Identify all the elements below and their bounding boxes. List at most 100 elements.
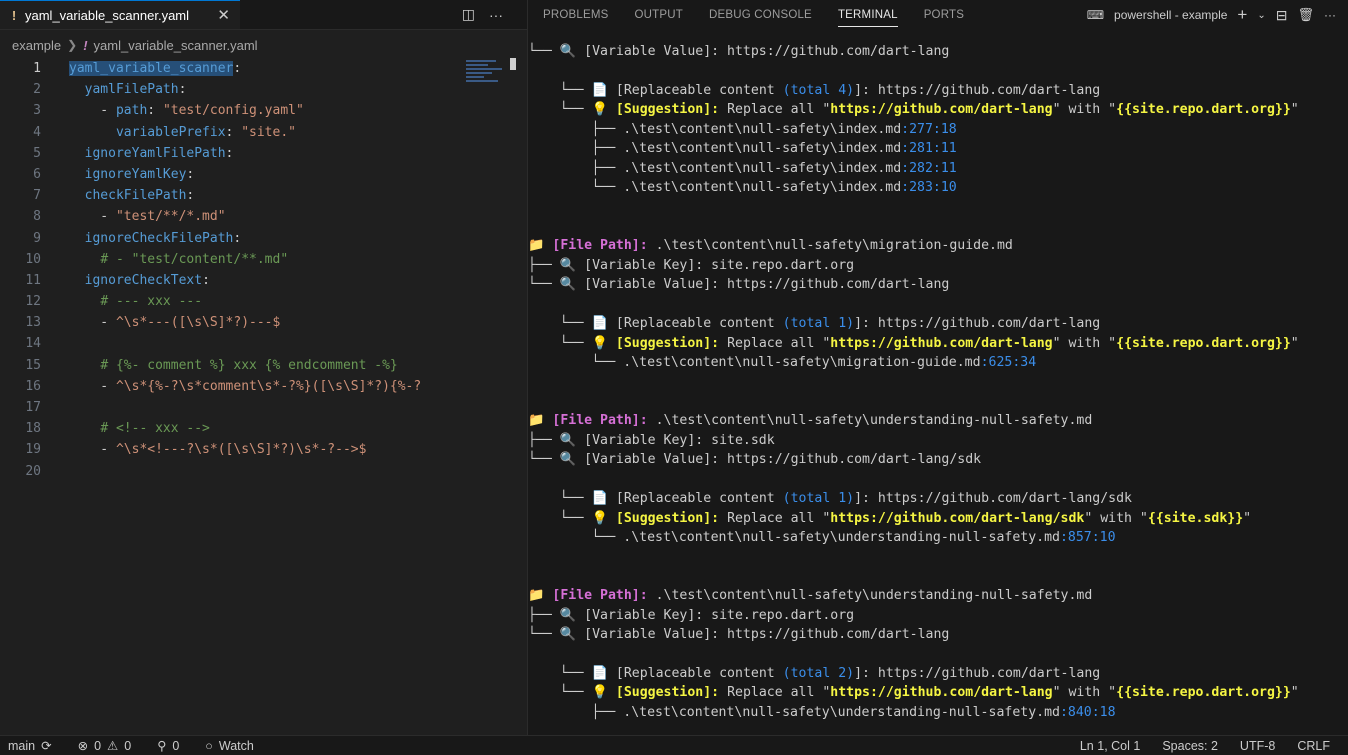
end-of-line[interactable]: CRLF: [1297, 739, 1330, 753]
yaml-file-icon: !: [83, 37, 88, 53]
terminal-token: .\test\content\null-safety\index.md: [623, 121, 902, 137]
encoding[interactable]: UTF-8: [1240, 739, 1275, 753]
ports-icon[interactable]: ⚲: [157, 738, 166, 753]
code-line[interactable]: 9 ignoreCheckFilePath:: [0, 228, 527, 249]
code-line[interactable]: 10 # - "test/content/**.md": [0, 249, 527, 270]
terminal-token: (total 1): [782, 491, 855, 507]
editor-tabbar: ! yaml_variable_scanner.yaml ✕ ◫ ···: [0, 0, 527, 30]
code-line[interactable]: 12 # --- xxx ---: [0, 291, 527, 312]
tab-ports[interactable]: PORTS: [924, 9, 964, 21]
code-line[interactable]: 7 checkFilePath:: [0, 185, 527, 206]
branch-name[interactable]: main: [8, 739, 35, 753]
token: "site.": [241, 124, 296, 140]
line-number: 13: [25, 315, 41, 331]
watch-label[interactable]: Watch: [219, 739, 254, 753]
line-number: 2: [33, 82, 41, 98]
code-line[interactable]: 3 - path: "test/config.yaml": [0, 100, 527, 121]
terminal-line: └── 🔍 [Variable Value]: https://github.c…: [528, 450, 1348, 469]
code-line[interactable]: 8 - "test/**/*.md": [0, 206, 527, 227]
terminal-token: 💡: [591, 335, 616, 351]
terminal-icon: ⌨: [1086, 8, 1105, 22]
code-line[interactable]: 19 - ^\s*<!---?\s*([\s\S]*?)\s*-?-->$: [0, 439, 527, 460]
breadcrumb: example ❯ ! yaml_variable_scanner.yaml: [0, 30, 527, 60]
code-editor[interactable]: 1 yaml_variable_scanner: 2 yamlFilePath: 3 …: [0, 58, 527, 482]
terminal-output[interactable]: └── 🔍 [Variable Value]: https://github.c…: [528, 42, 1348, 732]
warning-icon[interactable]: ⚠: [107, 738, 118, 753]
trash-icon[interactable]: 🗑: [1297, 7, 1314, 23]
terminal-token: :857:10: [1059, 529, 1116, 545]
minimap[interactable]: [466, 58, 510, 98]
terminal-token: https://github.com/dart-lang: [830, 685, 1053, 701]
cursor-position[interactable]: Ln 1, Col 1: [1080, 739, 1140, 753]
terminal-token: [Variable Value]: https://github.com/dar…: [584, 277, 950, 293]
code-line[interactable]: 2 yamlFilePath:: [0, 79, 527, 100]
terminal-line: ├── 🔍 [Variable Key]: site.repo.dart.org: [528, 256, 1348, 275]
terminal-line: [528, 567, 1348, 586]
terminal-line: └── 💡 [Suggestion]: Replace all "https:/…: [528, 100, 1348, 119]
terminal-line: [528, 61, 1348, 80]
line-text: - ^\s*{%-?\s*comment\s*-?%}([\s\S]*?){%-…: [41, 376, 481, 397]
code-line[interactable]: 1 yaml_variable_scanner:: [0, 58, 527, 79]
chevron-down-icon[interactable]: ⌄: [1257, 10, 1265, 21]
more-actions-icon[interactable]: ···: [489, 7, 503, 23]
terminal-token: ├──: [528, 704, 624, 720]
more-actions-icon[interactable]: ···: [1324, 8, 1336, 22]
yaml-file-icon: !: [11, 7, 17, 23]
watch-icon[interactable]: ○: [205, 739, 213, 753]
indentation[interactable]: Spaces: 2: [1162, 739, 1218, 753]
line-number: 16: [25, 378, 41, 394]
code-line[interactable]: 20: [0, 461, 527, 482]
split-terminal-icon[interactable]: ⊟: [1276, 7, 1288, 24]
terminal-line: [528, 392, 1348, 411]
split-editor-icon[interactable]: ◫: [462, 6, 475, 23]
code-line[interactable]: 4 variablePrefix: "site.": [0, 122, 527, 143]
code-line[interactable]: 6 ignoreYamlKey:: [0, 164, 527, 185]
code-line[interactable]: 13 - ^\s*---([\s\S]*?)---$: [0, 312, 527, 333]
terminal-token: https://github.com/dart-lang: [830, 335, 1053, 351]
terminal-name[interactable]: powershell - example: [1114, 8, 1227, 22]
code-line[interactable]: 16 - ^\s*{%-?\s*comment\s*-?%}([\s\S]*?)…: [0, 376, 527, 397]
close-icon[interactable]: ✕: [217, 8, 230, 23]
terminal-token: [Suggestion]:: [615, 510, 720, 526]
token: -: [69, 315, 116, 331]
line-text: ignoreCheckText:: [41, 270, 481, 291]
tab-problems[interactable]: PROBLEMS: [543, 9, 609, 21]
code-line[interactable]: 17: [0, 397, 527, 418]
token: ^\s*{%-?\s*comment\s*-?%}([\s\S]*?){%-?: [115, 378, 422, 394]
breadcrumb-file[interactable]: yaml_variable_scanner.yaml: [94, 38, 258, 53]
scrollbar-thumb[interactable]: [510, 58, 516, 70]
token: :: [147, 103, 163, 119]
code-line[interactable]: 15 # {%- comment %} xxx {% endcomment -%…: [0, 355, 527, 376]
terminal-token: └──: [528, 529, 624, 545]
terminal-token: └──: [528, 335, 592, 351]
line-number: 5: [33, 145, 41, 161]
vscode-window: ! yaml_variable_scanner.yaml ✕ ◫ ··· exa…: [0, 0, 1348, 755]
terminal-token: .\test\content\null-safety\migration-gui…: [647, 238, 1013, 254]
code-line[interactable]: 5 ignoreYamlFilePath:: [0, 143, 527, 164]
breadcrumb-folder[interactable]: example: [12, 38, 61, 53]
error-icon[interactable]: ⊗: [78, 738, 88, 753]
sync-icon[interactable]: ⟳: [41, 738, 51, 753]
add-terminal-icon[interactable]: +: [1237, 5, 1247, 25]
terminal-line: ├── .\test\content\null-safety\index.md:…: [528, 120, 1348, 139]
code-line[interactable]: 18 # <!-- xxx -->: [0, 418, 527, 439]
tab-output[interactable]: OUTPUT: [635, 9, 683, 21]
terminal-token: [Variable Value]: https://github.com/dar…: [584, 452, 982, 468]
tab-yaml-file[interactable]: ! yaml_variable_scanner.yaml ✕: [0, 0, 240, 29]
code-line[interactable]: 14: [0, 333, 527, 354]
tab-terminal[interactable]: TERMINAL: [837, 9, 898, 27]
code-line[interactable]: 11 ignoreCheckText:: [0, 270, 527, 291]
token: ^\s*---([\s\S]*?)---$: [115, 315, 281, 331]
terminal-line: [528, 470, 1348, 489]
line-number: 1: [33, 61, 41, 76]
terminal-token: [Replaceable content: [615, 666, 783, 681]
token: ignoreCheckFilePath: [84, 230, 234, 246]
terminal-token: └──: [528, 316, 592, 332]
tab-debug-console[interactable]: DEBUG CONSOLE: [709, 9, 812, 21]
terminal-token: ]: https://github.com/dart-lang: [854, 82, 1101, 98]
terminal-line: └── 📄 [Replaceable content (total 1)]: h…: [528, 314, 1348, 333]
